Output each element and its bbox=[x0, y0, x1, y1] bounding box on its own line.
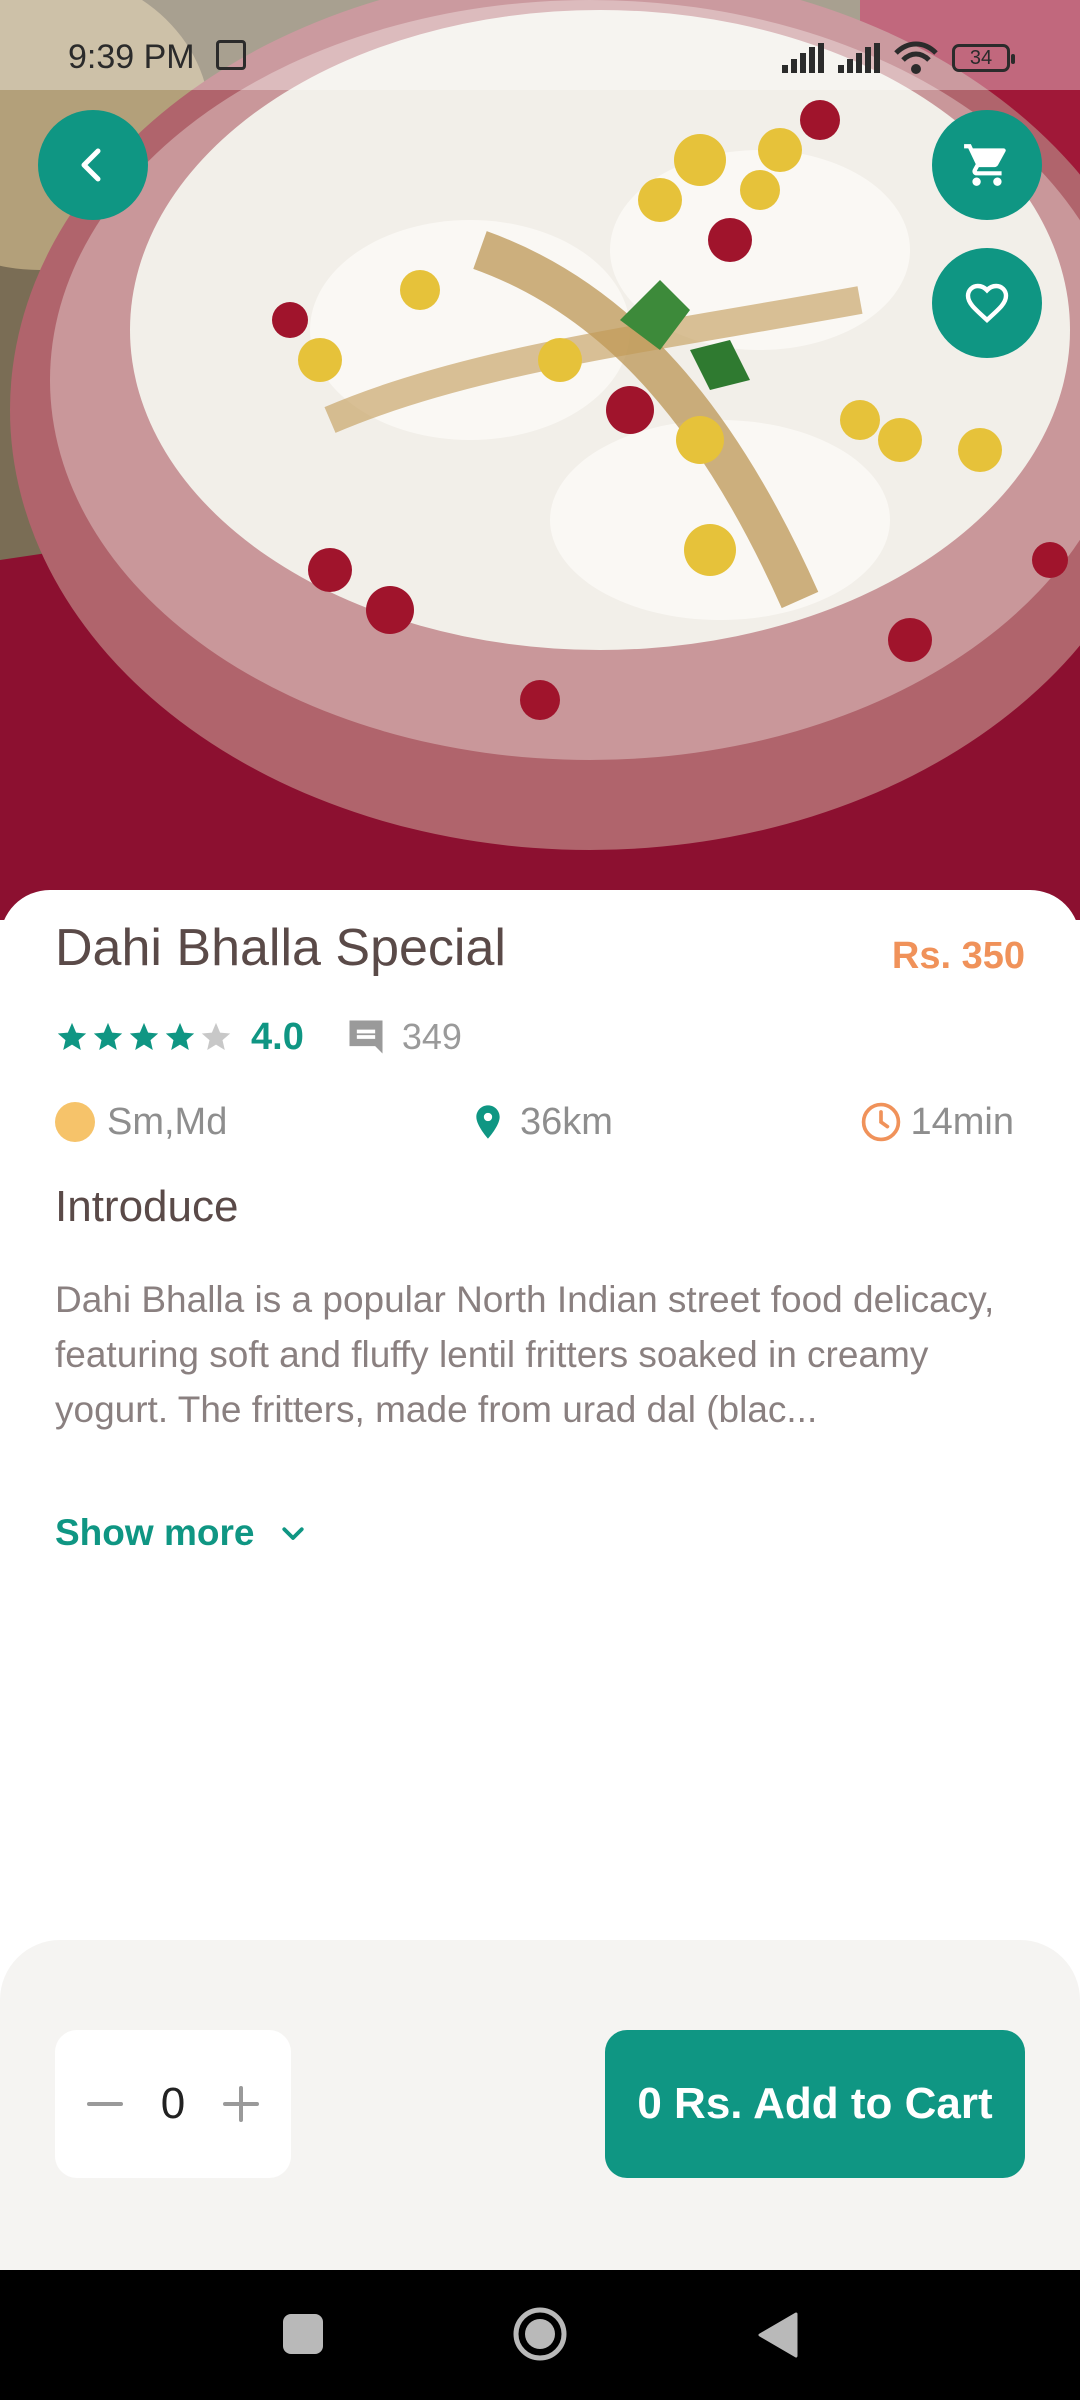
distance-info: 36km bbox=[468, 1096, 613, 1148]
time-value: 14min bbox=[910, 1100, 1015, 1143]
food-hero-image bbox=[0, 0, 1080, 920]
status-icons: 34 bbox=[782, 40, 1015, 76]
home-button[interactable] bbox=[512, 2306, 568, 2362]
product-price: Rs. 350 bbox=[891, 935, 1025, 977]
product-title: Dahi Bhalla Special bbox=[55, 919, 506, 977]
status-bar: 9:39 PM 34 bbox=[0, 0, 1080, 90]
distance-value: 36km bbox=[520, 1100, 613, 1143]
size-dot-icon bbox=[55, 1102, 95, 1142]
back-button[interactable] bbox=[38, 110, 148, 220]
rating-row: 4.0 349 bbox=[55, 1015, 462, 1059]
intro-description: Dahi Bhalla is a popular North Indian st… bbox=[55, 1279, 995, 1430]
clock-icon bbox=[861, 1102, 900, 1142]
recent-apps-button[interactable] bbox=[283, 2314, 323, 2354]
status-time: 9:39 PM bbox=[68, 38, 195, 76]
star-icon bbox=[165, 1022, 195, 1051]
show-more-link[interactable]: Show more bbox=[55, 1512, 308, 1554]
rating-value: 4.0 bbox=[251, 1015, 304, 1058]
intro-heading: Introduce bbox=[55, 1182, 239, 1231]
heart-outline-icon bbox=[965, 283, 1009, 323]
wifi-icon bbox=[894, 41, 938, 74]
add-to-cart-button[interactable]: 0 Rs. Add to Cart bbox=[605, 2030, 1025, 2178]
star-icon bbox=[201, 1022, 231, 1051]
signal-icon bbox=[838, 43, 880, 73]
comment-icon bbox=[349, 1020, 383, 1054]
chevron-down-icon bbox=[282, 1527, 305, 1540]
star-icon bbox=[93, 1022, 123, 1051]
plus-icon[interactable] bbox=[221, 2084, 261, 2124]
nfc-icon bbox=[216, 40, 246, 70]
size-info: Sm,Md bbox=[55, 1096, 227, 1148]
show-more-label: Show more bbox=[55, 1512, 255, 1553]
signal-icon bbox=[782, 43, 824, 73]
cart-button[interactable] bbox=[932, 110, 1042, 220]
system-back-button[interactable] bbox=[754, 2310, 800, 2360]
size-value: Sm,Md bbox=[107, 1100, 228, 1143]
minus-icon[interactable] bbox=[85, 2084, 125, 2124]
star-icon bbox=[129, 1022, 159, 1051]
star-icon bbox=[57, 1022, 87, 1051]
quantity-value: 0 bbox=[160, 2079, 186, 2128]
chevron-left-icon bbox=[81, 148, 101, 182]
quantity-stepper: 0 bbox=[55, 2030, 291, 2178]
dish-illustration bbox=[0, 0, 1080, 920]
star-rating bbox=[55, 1020, 235, 1054]
time-info: 14min bbox=[859, 1096, 1015, 1148]
shopping-cart-icon bbox=[964, 144, 1006, 186]
reviews-count: 349 bbox=[401, 1016, 462, 1057]
battery-icon: 34 bbox=[952, 44, 1015, 72]
location-pin-icon bbox=[476, 1105, 500, 1139]
favorite-button[interactable] bbox=[932, 248, 1042, 358]
